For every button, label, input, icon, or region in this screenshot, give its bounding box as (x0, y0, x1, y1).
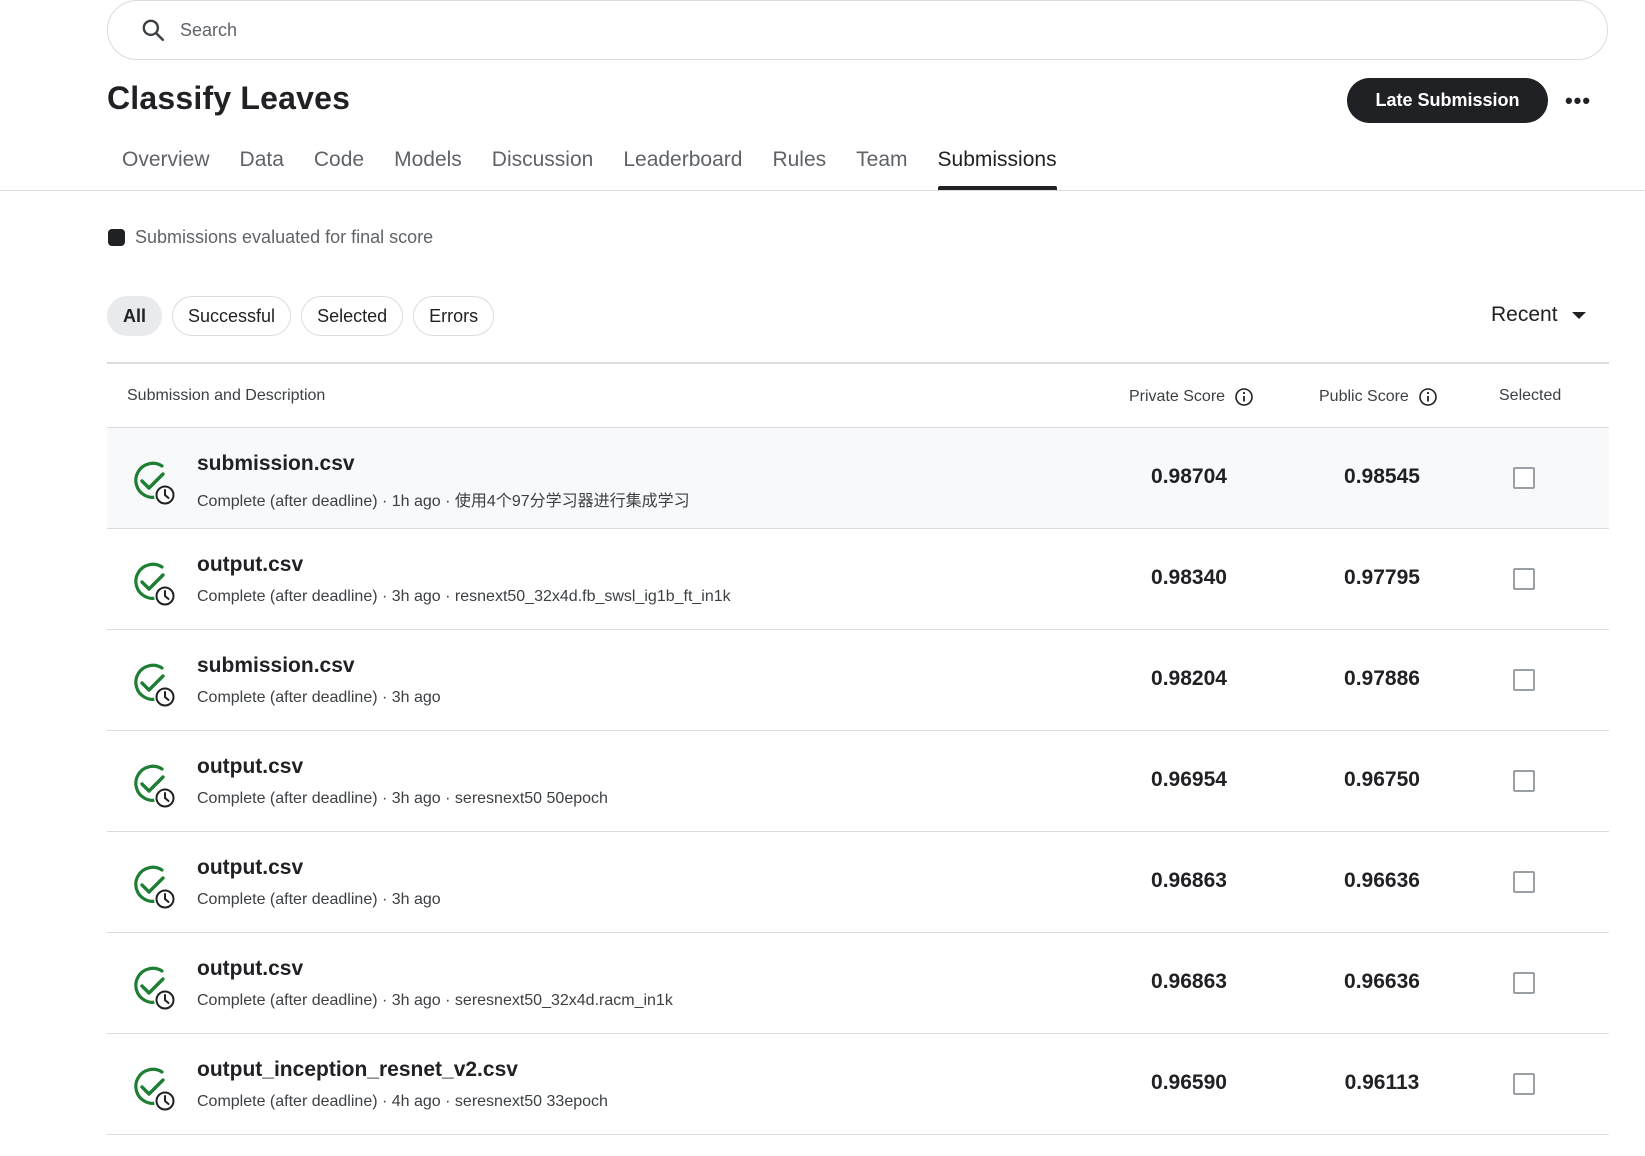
complete-late-icon (134, 1067, 176, 1112)
header-selected: Selected (1499, 387, 1561, 405)
private-score: 0.98204 (1151, 667, 1227, 690)
table-row[interactable]: output.csv Complete (after deadline) · 3… (107, 832, 1609, 933)
selected-checkbox[interactable] (1513, 467, 1535, 489)
header-public-label: Public Score (1319, 388, 1409, 405)
submission-filename[interactable]: submission.csv (197, 452, 355, 476)
table-row[interactable]: submission.csv Complete (after deadline)… (107, 428, 1609, 529)
info-icon[interactable] (1234, 387, 1254, 407)
info-icon[interactable] (1418, 387, 1438, 407)
complete-late-icon (134, 865, 176, 910)
submission-filters: All Successful Selected Errors (107, 296, 504, 336)
search-bar[interactable] (107, 0, 1608, 60)
selected-checkbox[interactable] (1513, 568, 1535, 590)
sort-label: Recent (1491, 303, 1558, 326)
search-input[interactable] (180, 19, 1480, 41)
submission-description: Complete (after deadline) · 3h ago · ser… (197, 992, 673, 1009)
table-row[interactable]: submission.csv Complete (after deadline)… (107, 630, 1609, 731)
filter-successful[interactable]: Successful (172, 296, 292, 336)
complete-late-icon (134, 461, 176, 506)
late-submission-button[interactable]: Late Submission (1347, 78, 1548, 123)
submission-description: Complete (after deadline) · 3h ago (197, 689, 441, 706)
table-body: submission.csv Complete (after deadline)… (107, 428, 1609, 1135)
caret-down-icon (1571, 311, 1586, 319)
public-score: 0.96113 (1344, 1071, 1420, 1094)
private-score: 0.96863 (1151, 970, 1227, 993)
header-submission: Submission and Description (127, 387, 325, 405)
header-private-label: Private Score (1129, 388, 1226, 405)
complete-late-icon (134, 966, 176, 1011)
filter-selected[interactable]: Selected (301, 296, 404, 336)
selected-checkbox[interactable] (1513, 871, 1535, 893)
search-icon (142, 19, 165, 42)
submission-filename[interactable]: output_inception_resnet_v2.csv (197, 1058, 518, 1082)
filter-all[interactable]: All (107, 296, 163, 336)
submission-description: Complete (after deadline) · 1h ago · 使用4… (197, 493, 690, 510)
submission-filename[interactable]: output.csv (197, 755, 303, 779)
tab-data[interactable]: Data (225, 140, 299, 190)
submission-filename[interactable]: output.csv (197, 957, 303, 981)
final-score-legend: Submissions evaluated for final score (108, 227, 433, 248)
page-title: Classify Leaves (107, 80, 351, 116)
selected-checkbox[interactable] (1513, 972, 1535, 994)
private-score: 0.96590 (1151, 1071, 1227, 1094)
submission-filename[interactable]: output.csv (197, 553, 303, 577)
sort-dropdown[interactable]: Recent (1491, 303, 1586, 327)
complete-late-icon (134, 663, 176, 708)
more-horizontal-icon: ••• (1564, 88, 1592, 113)
complete-late-icon (134, 562, 176, 607)
public-score: 0.97886 (1344, 667, 1420, 690)
complete-late-icon (134, 764, 176, 809)
header-submission-label: Submission and Description (127, 387, 326, 404)
tabs-divider (0, 190, 1645, 191)
legend-swatch (108, 229, 125, 246)
filter-errors[interactable]: Errors (413, 296, 495, 336)
private-score: 0.98704 (1151, 465, 1227, 488)
public-score: 0.96750 (1344, 768, 1420, 791)
table-header: Submission and Description Private Score… (107, 362, 1609, 428)
tab-leaderboard[interactable]: Leaderboard (608, 140, 757, 190)
competition-tabs: Overview Data Code Models Discussion Lea… (107, 140, 1072, 190)
legend-text: Submissions evaluated for final score (135, 227, 434, 247)
private-score: 0.98340 (1151, 566, 1227, 589)
tab-overview[interactable]: Overview (107, 140, 225, 190)
submission-description: Complete (after deadline) · 4h ago · ser… (197, 1093, 608, 1110)
private-score: 0.96954 (1151, 768, 1227, 791)
submission-description: Complete (after deadline) · 3h ago · res… (197, 588, 731, 605)
tab-code[interactable]: Code (299, 140, 379, 190)
public-score: 0.96636 (1344, 869, 1420, 892)
selected-checkbox[interactable] (1513, 669, 1535, 691)
tab-submissions[interactable]: Submissions (923, 140, 1072, 190)
submission-filename[interactable]: submission.csv (197, 654, 355, 678)
public-score: 0.97795 (1344, 566, 1420, 589)
tab-discussion[interactable]: Discussion (477, 140, 609, 190)
public-score: 0.96636 (1344, 970, 1420, 993)
table-row[interactable]: output_inception_resnet_v2.csv Complete … (107, 1034, 1609, 1135)
table-row[interactable]: output.csv Complete (after deadline) · 3… (107, 731, 1609, 832)
header-public-score: Public Score (1319, 387, 1438, 407)
more-options-button[interactable]: ••• (1563, 86, 1593, 116)
submission-filename[interactable]: output.csv (197, 856, 303, 880)
submission-description: Complete (after deadline) · 3h ago · ser… (197, 790, 608, 807)
tab-models[interactable]: Models (379, 140, 477, 190)
selected-checkbox[interactable] (1513, 1073, 1535, 1095)
header-private-score: Private Score (1129, 387, 1254, 407)
header-selected-label: Selected (1499, 387, 1562, 404)
selected-checkbox[interactable] (1513, 770, 1535, 792)
tab-rules[interactable]: Rules (757, 140, 841, 190)
submission-description: Complete (after deadline) · 3h ago (197, 891, 441, 908)
tab-team[interactable]: Team (841, 140, 922, 190)
private-score: 0.96863 (1151, 869, 1227, 892)
public-score: 0.98545 (1344, 465, 1420, 488)
submissions-table: Submission and Description Private Score… (107, 362, 1609, 1135)
table-row[interactable]: output.csv Complete (after deadline) · 3… (107, 933, 1609, 1034)
table-row[interactable]: output.csv Complete (after deadline) · 3… (107, 529, 1609, 630)
